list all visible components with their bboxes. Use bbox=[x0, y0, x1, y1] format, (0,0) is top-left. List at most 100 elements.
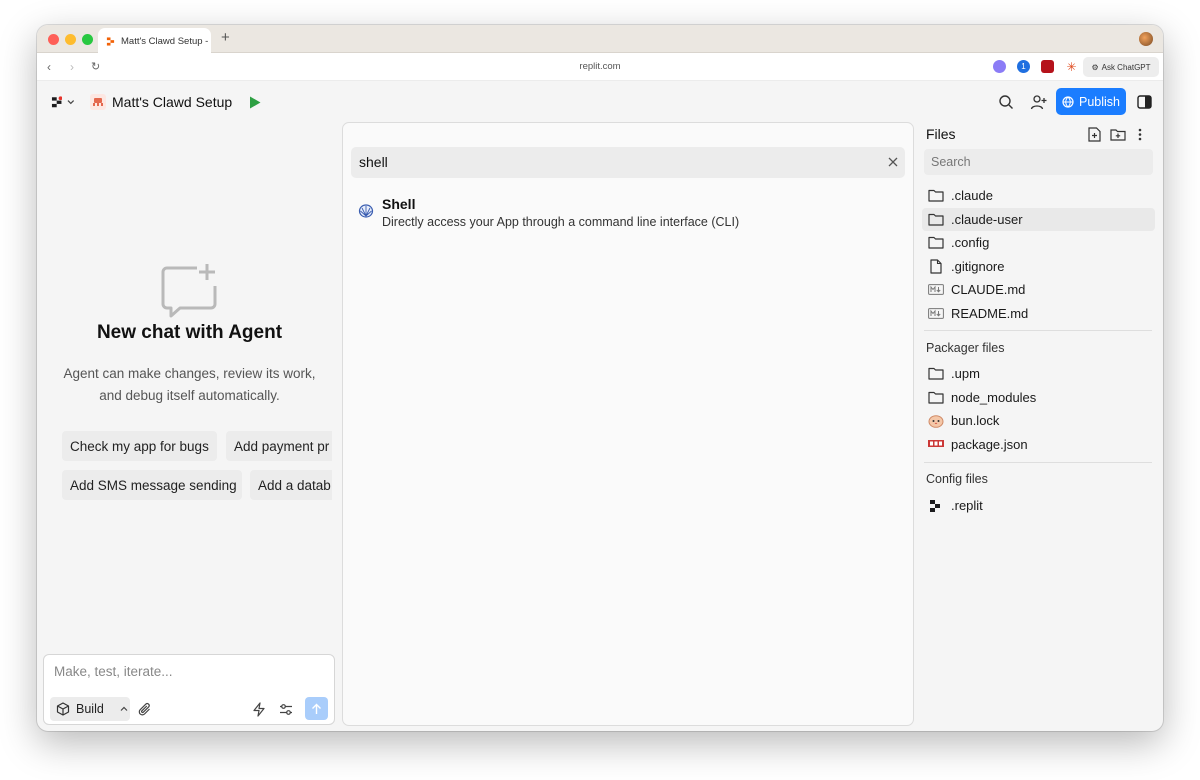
file-row[interactable]: .config bbox=[922, 231, 1155, 254]
ask-chatgpt-label: Ask ChatGPT bbox=[1101, 62, 1151, 72]
folder-icon bbox=[928, 213, 944, 226]
command-search bbox=[351, 147, 905, 178]
file-name: .claude-user bbox=[951, 212, 1023, 227]
chat-input[interactable] bbox=[54, 664, 314, 679]
folder-icon bbox=[928, 236, 944, 249]
settings-button[interactable] bbox=[277, 700, 295, 718]
more-options-button[interactable] bbox=[1133, 126, 1147, 142]
shield-extension-icon[interactable] bbox=[1041, 60, 1054, 73]
folder-icon bbox=[928, 367, 944, 380]
chat-composer: Build bbox=[43, 654, 335, 725]
zoom-window-button[interactable] bbox=[82, 34, 93, 45]
folder-icon bbox=[928, 391, 944, 404]
browser-tab[interactable]: Matt's Clawd Setup - bbox=[98, 28, 211, 54]
build-mode-button[interactable]: Build bbox=[50, 697, 130, 721]
claude-extension-icon[interactable]: ✳ bbox=[1065, 60, 1078, 74]
file-row[interactable]: CLAUDE.md bbox=[922, 278, 1155, 301]
password-manager-icon[interactable]: 1 bbox=[1017, 60, 1030, 73]
new-chat-icon bbox=[159, 262, 219, 318]
markdown-icon bbox=[928, 308, 944, 319]
paperclip-icon bbox=[138, 702, 150, 715]
file-row[interactable]: package.json bbox=[922, 433, 1155, 456]
file-row[interactable]: .gitignore bbox=[922, 255, 1155, 278]
window-controls bbox=[48, 34, 93, 45]
file-name: bun.lock bbox=[951, 413, 1000, 428]
chatgpt-icon: ⚙ bbox=[1091, 62, 1099, 72]
url-bar: ‹ › ↻ replit.com 1 ✳ ⚙ Ask ChatGPT bbox=[37, 53, 1163, 81]
file-name: node_modules bbox=[951, 390, 1037, 405]
file-name: .replit bbox=[951, 498, 983, 513]
section-divider bbox=[924, 330, 1152, 331]
extension-1-icon[interactable] bbox=[993, 60, 1006, 73]
command-search-input[interactable] bbox=[359, 154, 859, 170]
replit-menu-button[interactable] bbox=[51, 94, 75, 110]
arrow-up-icon bbox=[312, 703, 321, 714]
section-divider bbox=[924, 462, 1152, 463]
file-name: .gitignore bbox=[951, 259, 1005, 274]
file-row[interactable]: node_modules bbox=[922, 386, 1155, 409]
replit-favicon-icon bbox=[106, 36, 115, 46]
close-window-button[interactable] bbox=[48, 34, 59, 45]
cube-icon bbox=[56, 702, 70, 716]
replit-icon bbox=[930, 499, 940, 512]
publish-button[interactable]: Publish bbox=[1056, 88, 1126, 115]
browser-window: Matt's Clawd Setup - + ‹ › ↻ replit.com … bbox=[37, 25, 1163, 731]
clear-search-button[interactable] bbox=[887, 156, 899, 168]
chat-heading: New chat with Agent bbox=[96, 322, 283, 343]
npm-icon bbox=[928, 440, 944, 447]
lightning-icon bbox=[253, 701, 265, 717]
toggle-sidebar-button[interactable] bbox=[1136, 94, 1152, 110]
suggestion-chip[interactable]: Add payment pr bbox=[226, 431, 332, 461]
minimize-window-button[interactable] bbox=[65, 34, 76, 45]
file-row[interactable]: .upm bbox=[922, 362, 1155, 385]
shell-icon bbox=[358, 203, 374, 219]
files-panel: Files .claude .claude-user .config .giti… bbox=[920, 122, 1163, 731]
bun-icon bbox=[928, 414, 944, 428]
new-folder-button[interactable] bbox=[1109, 126, 1127, 142]
invite-button[interactable] bbox=[1029, 93, 1047, 111]
config-section-title: Config files bbox=[926, 472, 988, 486]
project-icon bbox=[90, 94, 106, 110]
file-row[interactable]: .claude-user bbox=[922, 208, 1155, 231]
tab-title: Matt's Clawd Setup - bbox=[121, 35, 209, 47]
file-row[interactable]: bun.lock bbox=[922, 409, 1155, 432]
file-name: .upm bbox=[951, 366, 980, 381]
project-title[interactable]: Matt's Clawd Setup bbox=[112, 94, 232, 110]
fast-mode-button[interactable] bbox=[250, 700, 268, 718]
result-description: Directly access your App through a comma… bbox=[382, 215, 740, 229]
file-row[interactable]: .replit bbox=[922, 494, 1155, 517]
run-button[interactable] bbox=[248, 95, 262, 109]
sliders-icon bbox=[280, 703, 292, 715]
suggestion-chip[interactable]: Add a datab bbox=[250, 470, 332, 500]
app-header: Matt's Clawd Setup Publish bbox=[37, 82, 1163, 122]
search-button[interactable] bbox=[997, 93, 1015, 111]
search-icon bbox=[999, 95, 1013, 109]
globe-icon bbox=[1062, 95, 1074, 108]
new-tab-icon[interactable]: + bbox=[221, 29, 230, 46]
chevron-up-icon bbox=[120, 706, 128, 711]
file-icon bbox=[930, 259, 942, 274]
new-file-button[interactable] bbox=[1086, 126, 1102, 142]
file-row[interactable]: README.md bbox=[922, 302, 1155, 325]
file-row[interactable]: .claude bbox=[922, 184, 1155, 207]
close-icon bbox=[888, 157, 898, 167]
add-user-icon bbox=[1030, 95, 1046, 110]
markdown-icon bbox=[928, 284, 944, 295]
files-search-input[interactable] bbox=[931, 155, 1141, 169]
file-name: README.md bbox=[951, 306, 1029, 321]
send-button[interactable] bbox=[305, 697, 328, 720]
chevron-down-icon bbox=[67, 100, 75, 105]
ask-chatgpt-button[interactable]: ⚙ Ask ChatGPT bbox=[1083, 57, 1159, 77]
suggestion-chip[interactable]: Check my app for bugs bbox=[62, 431, 217, 461]
file-name: CLAUDE.md bbox=[951, 282, 1026, 297]
packager-section-title: Packager files bbox=[926, 341, 1005, 355]
play-icon bbox=[250, 96, 261, 108]
sidebar-icon bbox=[1136, 95, 1152, 109]
agent-chat-panel: New chat with Agent Agent can make chang… bbox=[37, 122, 342, 731]
tab-strip: Matt's Clawd Setup - + bbox=[37, 25, 1163, 54]
folder-icon bbox=[928, 189, 944, 202]
profile-avatar[interactable] bbox=[1139, 32, 1153, 46]
suggestion-chip[interactable]: Add SMS message sending bbox=[62, 470, 242, 500]
attach-button[interactable] bbox=[136, 700, 154, 718]
file-name: package.json bbox=[951, 437, 1028, 452]
